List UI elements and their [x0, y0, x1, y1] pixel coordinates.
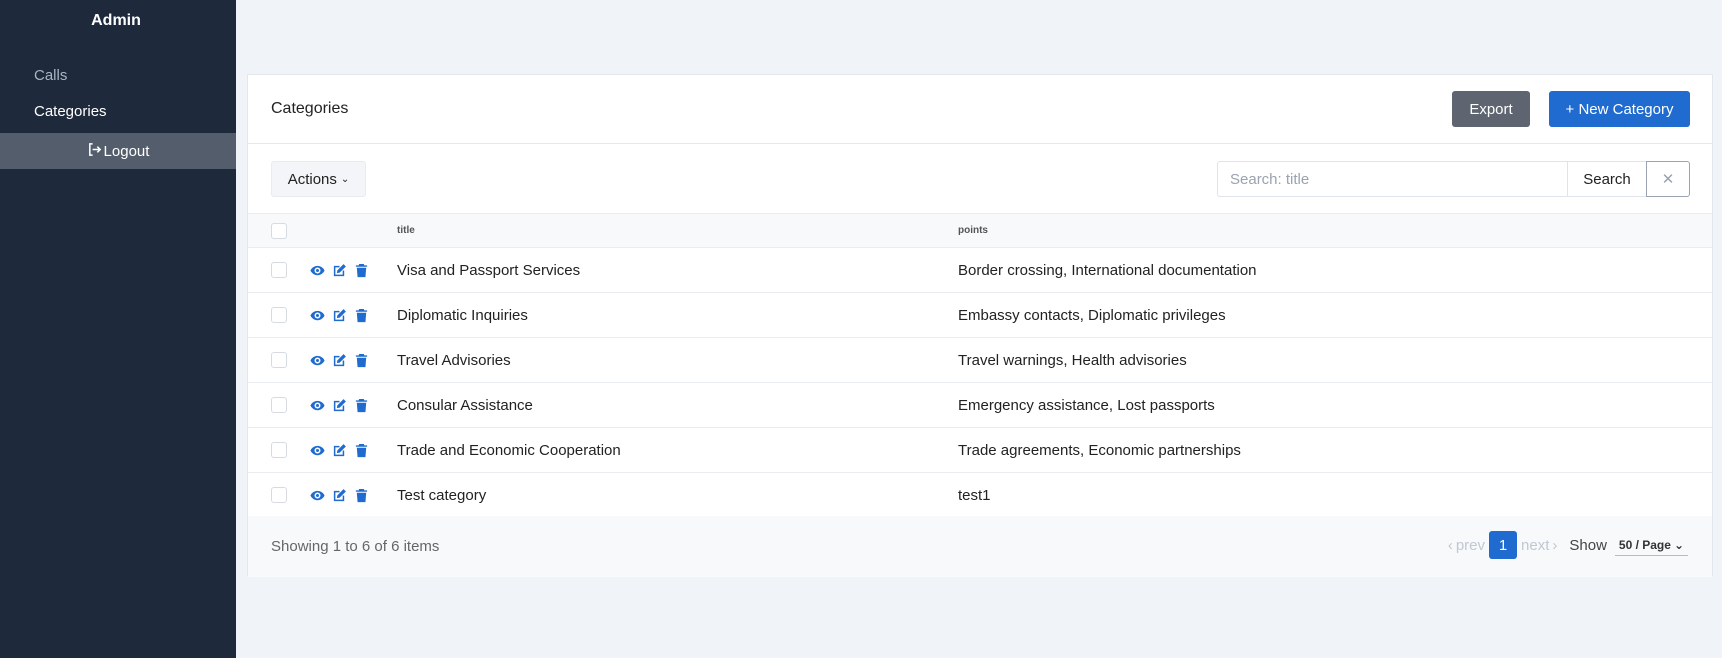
table-row: Trade and Economic Cooperation Trade agre…	[248, 428, 1712, 473]
cell-title: Visa and Passport Services	[397, 261, 581, 279]
eye-icon[interactable]	[310, 308, 325, 323]
row-actions	[310, 353, 397, 368]
trash-icon[interactable]	[354, 398, 369, 413]
per-page-value: 50 / Page	[1618, 538, 1671, 552]
actions-label: Actions	[287, 170, 337, 188]
table-row: Test category test1	[248, 473, 1712, 518]
export-button[interactable]: Export	[1452, 91, 1530, 127]
show-label: Show	[1569, 536, 1607, 554]
table-footer: Showing 1 to 6 of 6 items ‹ prev 1 next …	[248, 516, 1712, 577]
row-checkbox[interactable]	[271, 262, 287, 278]
edit-icon[interactable]	[332, 263, 347, 278]
row-actions	[310, 308, 397, 323]
prev-label: prev	[1455, 536, 1486, 554]
table-row: Travel Advisories Travel warnings, Health…	[248, 338, 1712, 383]
cell-title: Trade and Economic Cooperation	[397, 441, 621, 459]
table-row: Consular Assistance Emergency assistance,…	[248, 383, 1712, 428]
table-row: Visa and Passport Services Border crossin…	[248, 248, 1712, 293]
clear-search-button[interactable]: ✕	[1646, 161, 1690, 197]
trash-icon[interactable]	[354, 353, 369, 368]
logout-label: Logout	[103, 142, 150, 160]
row-checkbox[interactable]	[271, 397, 287, 413]
row-actions	[310, 398, 397, 413]
cell-title: Travel Advisories	[397, 351, 511, 369]
panel-header: Categories Export + New Category	[248, 75, 1712, 144]
cell-title: Consular Assistance	[397, 396, 533, 414]
logout-button[interactable]: Logout	[0, 133, 236, 169]
chevron-right-icon: ›	[1552, 536, 1558, 554]
next-label: next	[1521, 536, 1550, 554]
pagination-summary: Showing 1 to 6 of 6 items	[271, 538, 440, 555]
sidebar: Admin Calls Categories Logout	[0, 0, 236, 658]
table-row: Diplomatic Inquiries Embassy contacts, Di…	[248, 293, 1712, 338]
edit-icon[interactable]	[332, 398, 347, 413]
table-toolbar: Actions ⌄ Search ✕	[248, 144, 1712, 213]
chevron-down-icon: ⌄	[1673, 538, 1684, 552]
sidebar-item-calls[interactable]: Calls	[34, 67, 67, 84]
eye-icon[interactable]	[310, 353, 325, 368]
row-checkbox[interactable]	[271, 487, 287, 503]
chevron-down-icon: ⌄	[340, 173, 350, 185]
chevron-left-icon: ‹	[1447, 536, 1453, 554]
row-checkbox[interactable]	[271, 307, 287, 323]
per-page-select[interactable]: 50 / Page ⌄	[1614, 534, 1688, 556]
eye-icon[interactable]	[310, 443, 325, 458]
trash-icon[interactable]	[354, 443, 369, 458]
logout-icon	[87, 142, 102, 161]
edit-icon[interactable]	[332, 488, 347, 503]
select-all-checkbox[interactable]	[271, 222, 287, 239]
row-checkbox[interactable]	[271, 442, 287, 458]
trash-icon[interactable]	[354, 263, 369, 278]
table-header-row: title points	[248, 213, 1712, 248]
cell-points: Travel warnings, Health advisories	[958, 351, 1187, 369]
new-category-button[interactable]: + New Category	[1549, 91, 1690, 127]
cell-points: Border crossing, International documenta…	[958, 261, 1257, 279]
sidebar-brand: Admin	[91, 12, 141, 29]
edit-icon[interactable]	[332, 443, 347, 458]
edit-icon[interactable]	[332, 308, 347, 323]
row-actions	[310, 443, 397, 458]
pagination: ‹ prev 1 next › Show 50 / Page ⌄	[1448, 531, 1688, 559]
actions-dropdown[interactable]: Actions ⌄	[271, 161, 366, 197]
eye-icon[interactable]	[310, 263, 325, 278]
search-button[interactable]: Search	[1567, 161, 1647, 197]
cell-points: test1	[958, 486, 991, 504]
page-number-button[interactable]: 1	[1489, 531, 1518, 559]
prev-page-button[interactable]: ‹ prev	[1448, 537, 1485, 554]
trash-icon[interactable]	[354, 308, 369, 323]
cell-points: Embassy contacts, Diplomatic privileges	[958, 306, 1226, 324]
row-actions	[310, 263, 397, 278]
cell-points: Emergency assistance, Lost passports	[958, 396, 1215, 414]
row-checkbox[interactable]	[271, 352, 287, 368]
column-header-title[interactable]: title	[397, 213, 958, 248]
categories-panel: Categories Export + New Category Actions…	[247, 74, 1713, 577]
categories-table: title points Visa and Passport Services B…	[248, 213, 1712, 518]
sidebar-item-categories[interactable]: Categories	[34, 103, 107, 120]
eye-icon[interactable]	[310, 488, 325, 503]
cell-title: Test category	[397, 486, 487, 504]
row-actions	[310, 488, 397, 503]
trash-icon[interactable]	[354, 488, 369, 503]
page-title: Categories	[271, 100, 349, 117]
edit-icon[interactable]	[332, 353, 347, 368]
cell-points: Trade agreements, Economic partnerships	[958, 441, 1241, 459]
eye-icon[interactable]	[310, 398, 325, 413]
next-page-button[interactable]: next ›	[1521, 537, 1557, 554]
column-header-points[interactable]: points	[958, 213, 1712, 248]
cell-title: Diplomatic Inquiries	[397, 306, 528, 324]
search-input[interactable]	[1217, 161, 1567, 197]
